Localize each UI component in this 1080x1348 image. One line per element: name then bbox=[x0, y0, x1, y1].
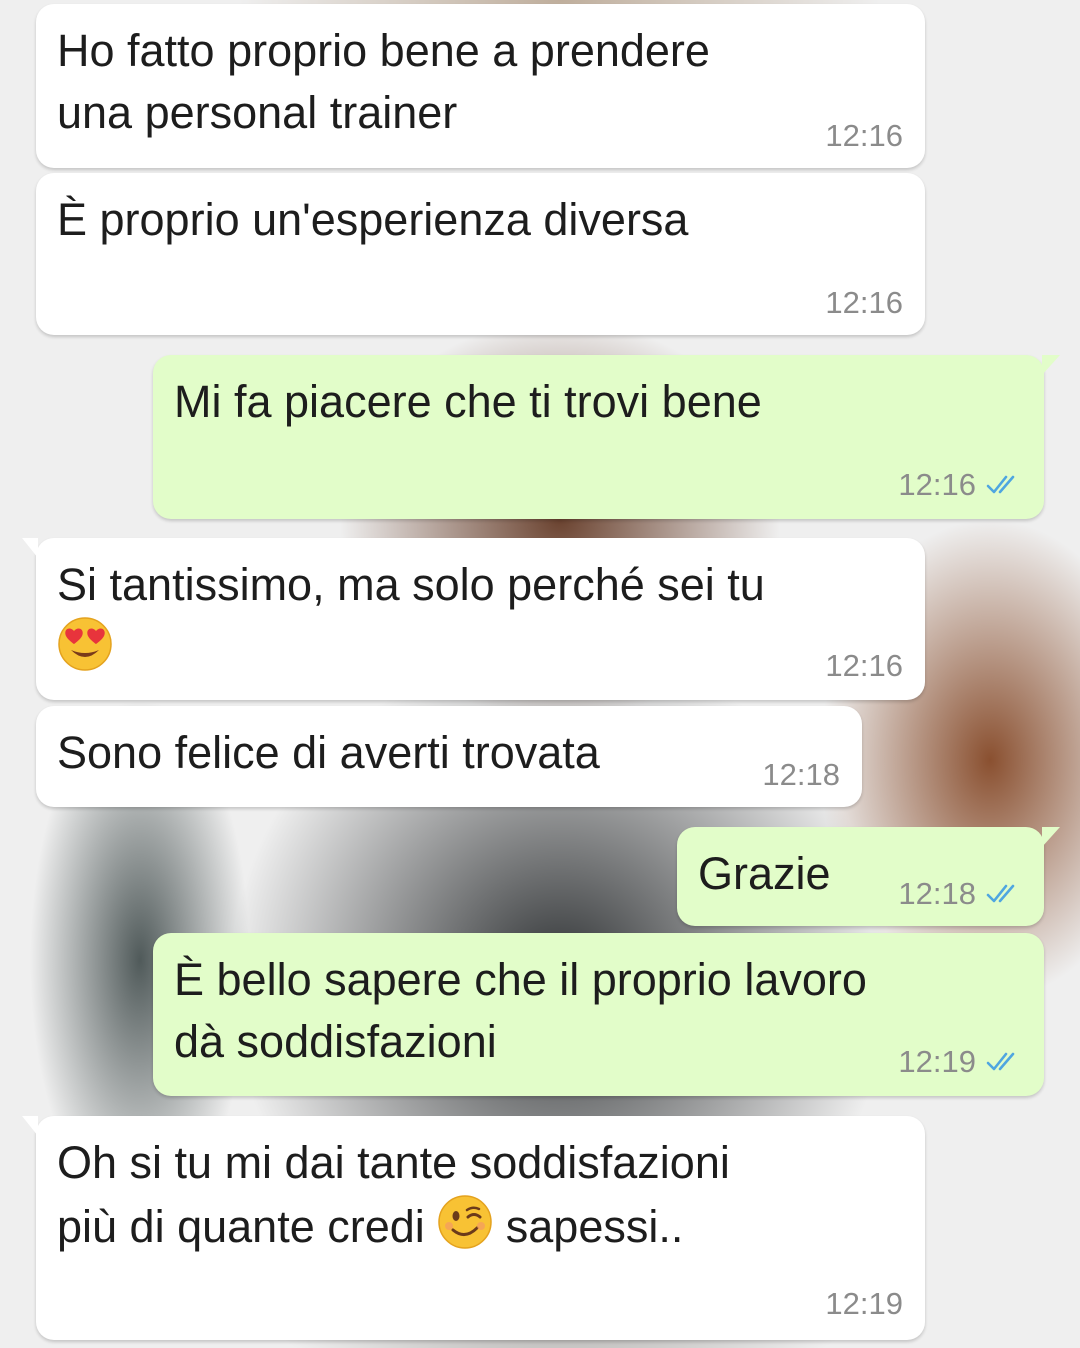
message-text: È bello sapere che il proprio lavoro dà … bbox=[174, 954, 867, 1067]
message-text: Sono felice di averti trovata bbox=[57, 727, 600, 778]
incoming-message[interactable]: Si tantissimo, ma solo perché sei tu 12:… bbox=[22, 538, 925, 700]
heart-eyes-emoji bbox=[57, 616, 113, 688]
message-meta: 12:16 bbox=[825, 118, 903, 154]
message-text: Oh si tu mi dai tante soddisfazioni più … bbox=[57, 1132, 905, 1266]
incoming-message[interactable]: Sono felice di averti trovata 12:18 bbox=[36, 706, 862, 807]
incoming-message[interactable]: Ho fatto proprio bene a prendere una per… bbox=[36, 4, 925, 168]
incoming-message[interactable]: È proprio un'esperienza diversa 12:16 bbox=[36, 173, 925, 335]
message-time: 12:16 bbox=[825, 118, 903, 153]
outgoing-message[interactable]: Grazie 12:18 bbox=[677, 827, 1060, 926]
message-meta: 12:16 bbox=[825, 648, 903, 684]
message-time: 12:16 bbox=[898, 467, 976, 502]
outgoing-message[interactable]: È bello sapere che il proprio lavoro dà … bbox=[153, 933, 1044, 1096]
message-text: Si tantissimo, ma solo perché sei tu bbox=[57, 554, 905, 688]
message-text-part: Si tantissimo, ma solo perché sei tu bbox=[57, 559, 765, 610]
message-text: È proprio un'esperienza diversa bbox=[57, 194, 689, 245]
message-time: 12:19 bbox=[825, 1286, 903, 1321]
double-check-read-icon bbox=[986, 1051, 1022, 1073]
message-time: 12:18 bbox=[762, 757, 840, 792]
message-text-part: sapessi.. bbox=[493, 1201, 684, 1252]
message-meta: 12:16 bbox=[898, 467, 1022, 503]
message-time: 12:16 bbox=[825, 648, 903, 683]
outgoing-message[interactable]: Mi fa piacere che ti trovi bene 12:16 bbox=[153, 355, 1060, 519]
message-time: 12:19 bbox=[898, 1044, 976, 1079]
message-text: Ho fatto proprio bene a prendere una per… bbox=[57, 25, 710, 138]
message-meta: 12:16 bbox=[825, 285, 903, 321]
message-time: 12:16 bbox=[825, 285, 903, 320]
message-meta: 12:18 bbox=[898, 876, 1022, 912]
message-text: Mi fa piacere che ti trovi bene bbox=[174, 376, 762, 427]
message-time: 12:18 bbox=[898, 876, 976, 911]
message-meta: 12:18 bbox=[762, 757, 840, 793]
double-check-read-icon bbox=[986, 883, 1022, 905]
double-check-read-icon bbox=[986, 474, 1022, 496]
message-meta: 12:19 bbox=[825, 1286, 903, 1322]
message-meta: 12:19 bbox=[898, 1044, 1022, 1080]
winking-face-emoji bbox=[437, 1194, 493, 1266]
incoming-message[interactable]: Oh si tu mi dai tante soddisfazioni più … bbox=[22, 1116, 925, 1340]
